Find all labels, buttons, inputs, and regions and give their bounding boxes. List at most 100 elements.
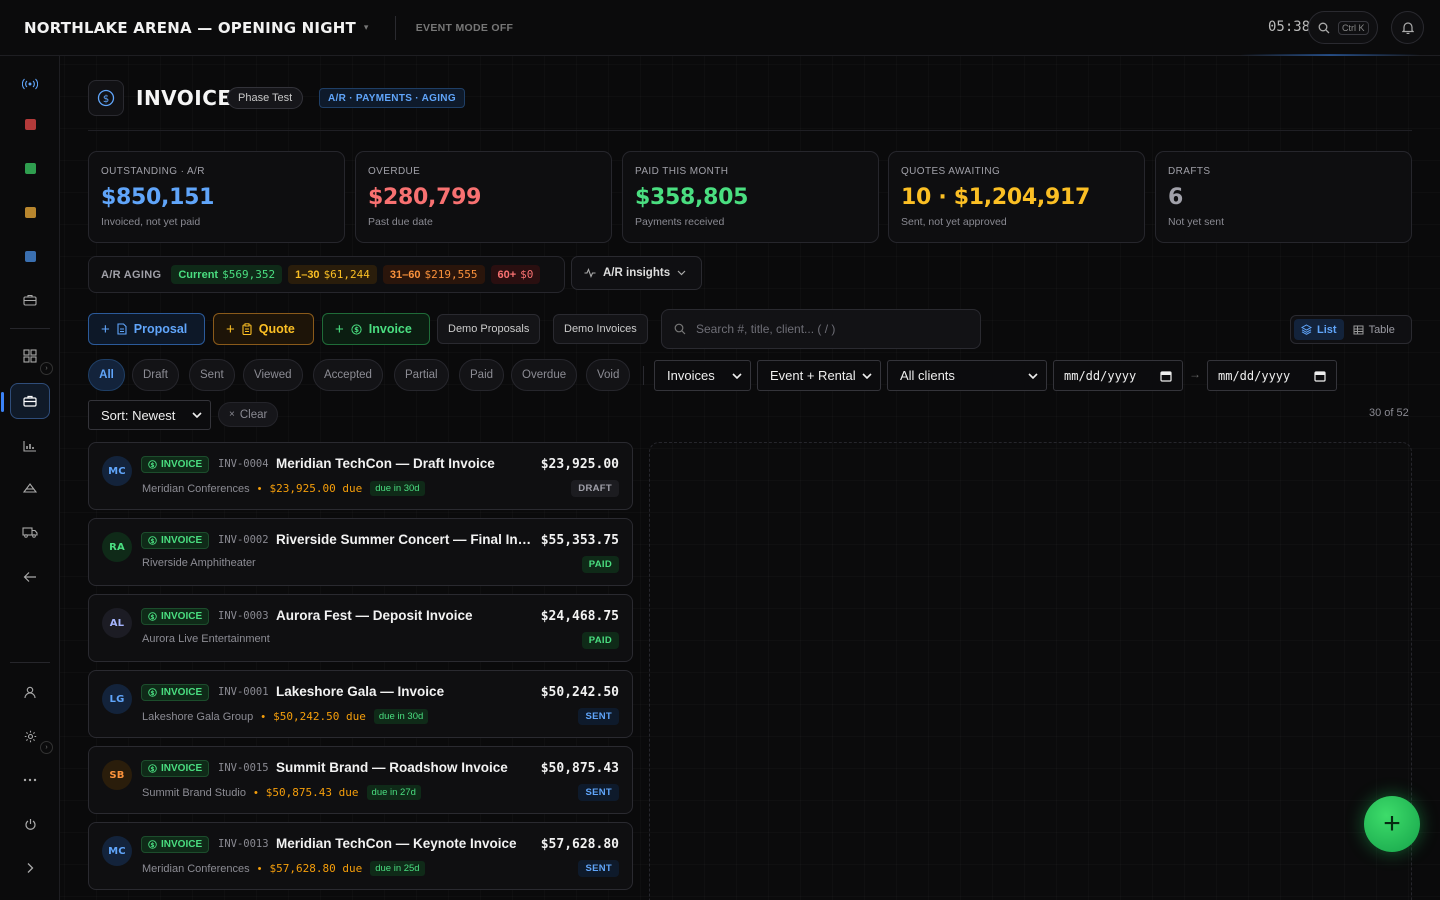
create-fab-button[interactable]: +	[1364, 796, 1420, 852]
doc-type-select[interactable]: Invoices	[654, 360, 751, 391]
invoice-number: INV-0002	[218, 534, 269, 546]
date-to-input[interactable]: mm/dd/yyyy	[1207, 360, 1337, 391]
invoice-meta: Riverside Amphitheater	[142, 557, 256, 569]
invoice-row[interactable]: RA $ INVOICE INV-0002 Riverside Summer Conce…	[88, 518, 633, 586]
sidebar-item-green[interactable]	[10, 150, 50, 186]
filter-void[interactable]: Void	[586, 359, 631, 391]
filter-all[interactable]: All	[88, 359, 125, 391]
filter-overdue[interactable]: Overdue	[511, 359, 578, 391]
sidebar-divider	[10, 662, 50, 663]
bucket-value: $0	[520, 268, 534, 281]
filter-viewed[interactable]: Viewed	[243, 359, 303, 391]
aging-bucket-60-plus[interactable]: 60+ $0	[490, 265, 541, 284]
invoice-title: Summit Brand — Roadshow Invoice	[276, 760, 508, 775]
sidebar-item-profile[interactable]	[10, 674, 50, 710]
sidebar-item-more[interactable]	[10, 762, 50, 798]
user-icon	[24, 686, 36, 698]
notifications-button[interactable]	[1391, 11, 1424, 44]
broadcast-icon	[22, 78, 38, 90]
event-selector[interactable]: NORTHLAKE ARENA — OPENING NIGHT ▾	[24, 19, 369, 37]
badge-label: INVOICE	[161, 763, 203, 774]
kpi-paid-this-month[interactable]: PAID THIS MONTH $358,805 Payments receiv…	[622, 151, 879, 243]
status-badge: PAID	[581, 556, 619, 573]
sidebar-item-expand[interactable]	[10, 850, 50, 886]
sidebar-item-back[interactable]	[10, 559, 50, 595]
chevron-right-icon[interactable]: ›	[40, 741, 53, 754]
filter-partial[interactable]: Partial	[394, 359, 449, 391]
kpi-outstanding[interactable]: OUTSTANDING · A/R $850,151 Invoiced, not…	[88, 151, 345, 243]
invoice-row[interactable]: SB $ INVOICE INV-0015 Summit Brand — Roadsho…	[88, 746, 633, 814]
preview-pane	[649, 442, 1412, 900]
phase-chip: Phase Test	[227, 87, 304, 109]
sidebar-item-live[interactable]	[10, 66, 50, 102]
svg-text:$: $	[150, 766, 154, 773]
new-proposal-button[interactable]: + Proposal	[88, 313, 205, 345]
bell-icon	[1401, 22, 1414, 34]
shortcut-hint: Ctrl K	[1338, 20, 1369, 35]
invoice-row[interactable]: AL $ INVOICE INV-0003 Aurora Fest — Deposit …	[88, 594, 633, 662]
client-avatar: MC	[102, 836, 132, 866]
demo-invoices-button[interactable]: Demo Invoices	[553, 314, 648, 344]
separator-dot: •	[257, 482, 262, 495]
chevron-down-icon	[677, 270, 686, 276]
invoice-row[interactable]: MC $ INVOICE INV-0004 Meridian TechCon — Dra…	[88, 442, 633, 510]
search-icon	[674, 323, 686, 335]
table-icon	[1353, 325, 1364, 334]
ar-insights-button[interactable]: A/R insights	[571, 256, 702, 290]
doc-type-badge: $ INVOICE	[141, 532, 210, 549]
invoice-row[interactable]: LG $ INVOICE INV-0001 Lakeshore Gala — Invoi…	[88, 670, 633, 738]
top-accent-line	[1240, 54, 1420, 56]
new-quote-button[interactable]: + Quote	[213, 313, 314, 345]
aging-bucket-1-30[interactable]: 1–30 $61,244	[288, 265, 377, 284]
sidebar-item-toolkit[interactable]	[10, 282, 50, 318]
invoice-meta: Meridian Conferences • $57,628.80 due due i…	[142, 861, 425, 876]
chevron-right-icon[interactable]: ›	[40, 362, 53, 375]
kpi-quotes-awaiting[interactable]: QUOTES AWAITING 10 · $1,204,917 Sent, no…	[888, 151, 1145, 243]
kpi-value: 6	[1168, 185, 1184, 210]
chevron-down-icon	[192, 412, 202, 418]
invoice-number: INV-0003	[218, 610, 269, 622]
filter-accepted[interactable]: Accepted	[313, 359, 383, 391]
kpi-drafts[interactable]: DRAFTS 6 Not yet sent	[1155, 151, 1412, 243]
command-search-button[interactable]: Ctrl K	[1308, 11, 1378, 44]
aging-bucket-31-60[interactable]: 31–60 $219,555	[382, 265, 485, 284]
sidebar-item-venues[interactable]	[10, 470, 50, 506]
clear-filters-button[interactable]: × Clear	[218, 402, 279, 427]
demo-proposals-button[interactable]: Demo Proposals	[437, 314, 541, 344]
invoice-amount: $57,628.80	[540, 837, 619, 852]
aging-bucket-current[interactable]: Current $569,352	[171, 265, 283, 284]
bucket-name: 1–30	[295, 268, 320, 281]
client-select[interactable]: All clients	[887, 360, 1047, 391]
pulse-icon	[584, 268, 596, 278]
view-table-button[interactable]: Table	[1346, 319, 1402, 340]
scope-select[interactable]: Event + Rental	[757, 360, 881, 391]
client-name: Lakeshore Gala Group	[142, 710, 254, 723]
sidebar-item-amber[interactable]	[10, 194, 50, 230]
new-invoice-button[interactable]: + $ Invoice	[322, 313, 430, 345]
sidebar-item-invoices[interactable]	[1, 383, 50, 419]
sidebar-item-power[interactable]	[10, 806, 50, 842]
close-icon: ×	[229, 409, 235, 420]
status-square-icon	[24, 206, 36, 218]
sidebar-item-blue[interactable]	[10, 238, 50, 274]
filter-paid[interactable]: Paid	[459, 359, 505, 391]
sidebar-item-logistics[interactable]	[10, 514, 50, 550]
kpi-overdue[interactable]: OVERDUE $280,799 Past due date	[355, 151, 612, 243]
date-from-input[interactable]: mm/dd/yyyy	[1053, 360, 1183, 391]
sidebar-item-red[interactable]	[10, 106, 50, 142]
filter-sent[interactable]: Sent	[189, 359, 235, 391]
chevron-right-icon	[27, 863, 34, 873]
button-label: Invoice	[368, 322, 412, 336]
invoice-number: INV-0001	[218, 686, 269, 698]
kpi-label: PAID THIS MONTH	[635, 166, 729, 177]
event-mode-toggle[interactable]: EVENT MODE OFF	[416, 22, 514, 34]
invoice-row[interactable]: MC $ INVOICE INV-0013 Meridian TechCon — Key…	[88, 822, 633, 890]
chevron-down-icon	[1028, 372, 1038, 379]
filter-draft[interactable]: Draft	[132, 359, 179, 391]
client-avatar: SB	[102, 760, 132, 790]
sidebar-item-analytics[interactable]	[10, 428, 50, 464]
sort-select[interactable]: Sort: Newest	[88, 400, 211, 430]
view-list-button[interactable]: List	[1294, 319, 1344, 340]
search-input[interactable]	[696, 322, 956, 336]
clock: 05:38	[1268, 19, 1311, 35]
